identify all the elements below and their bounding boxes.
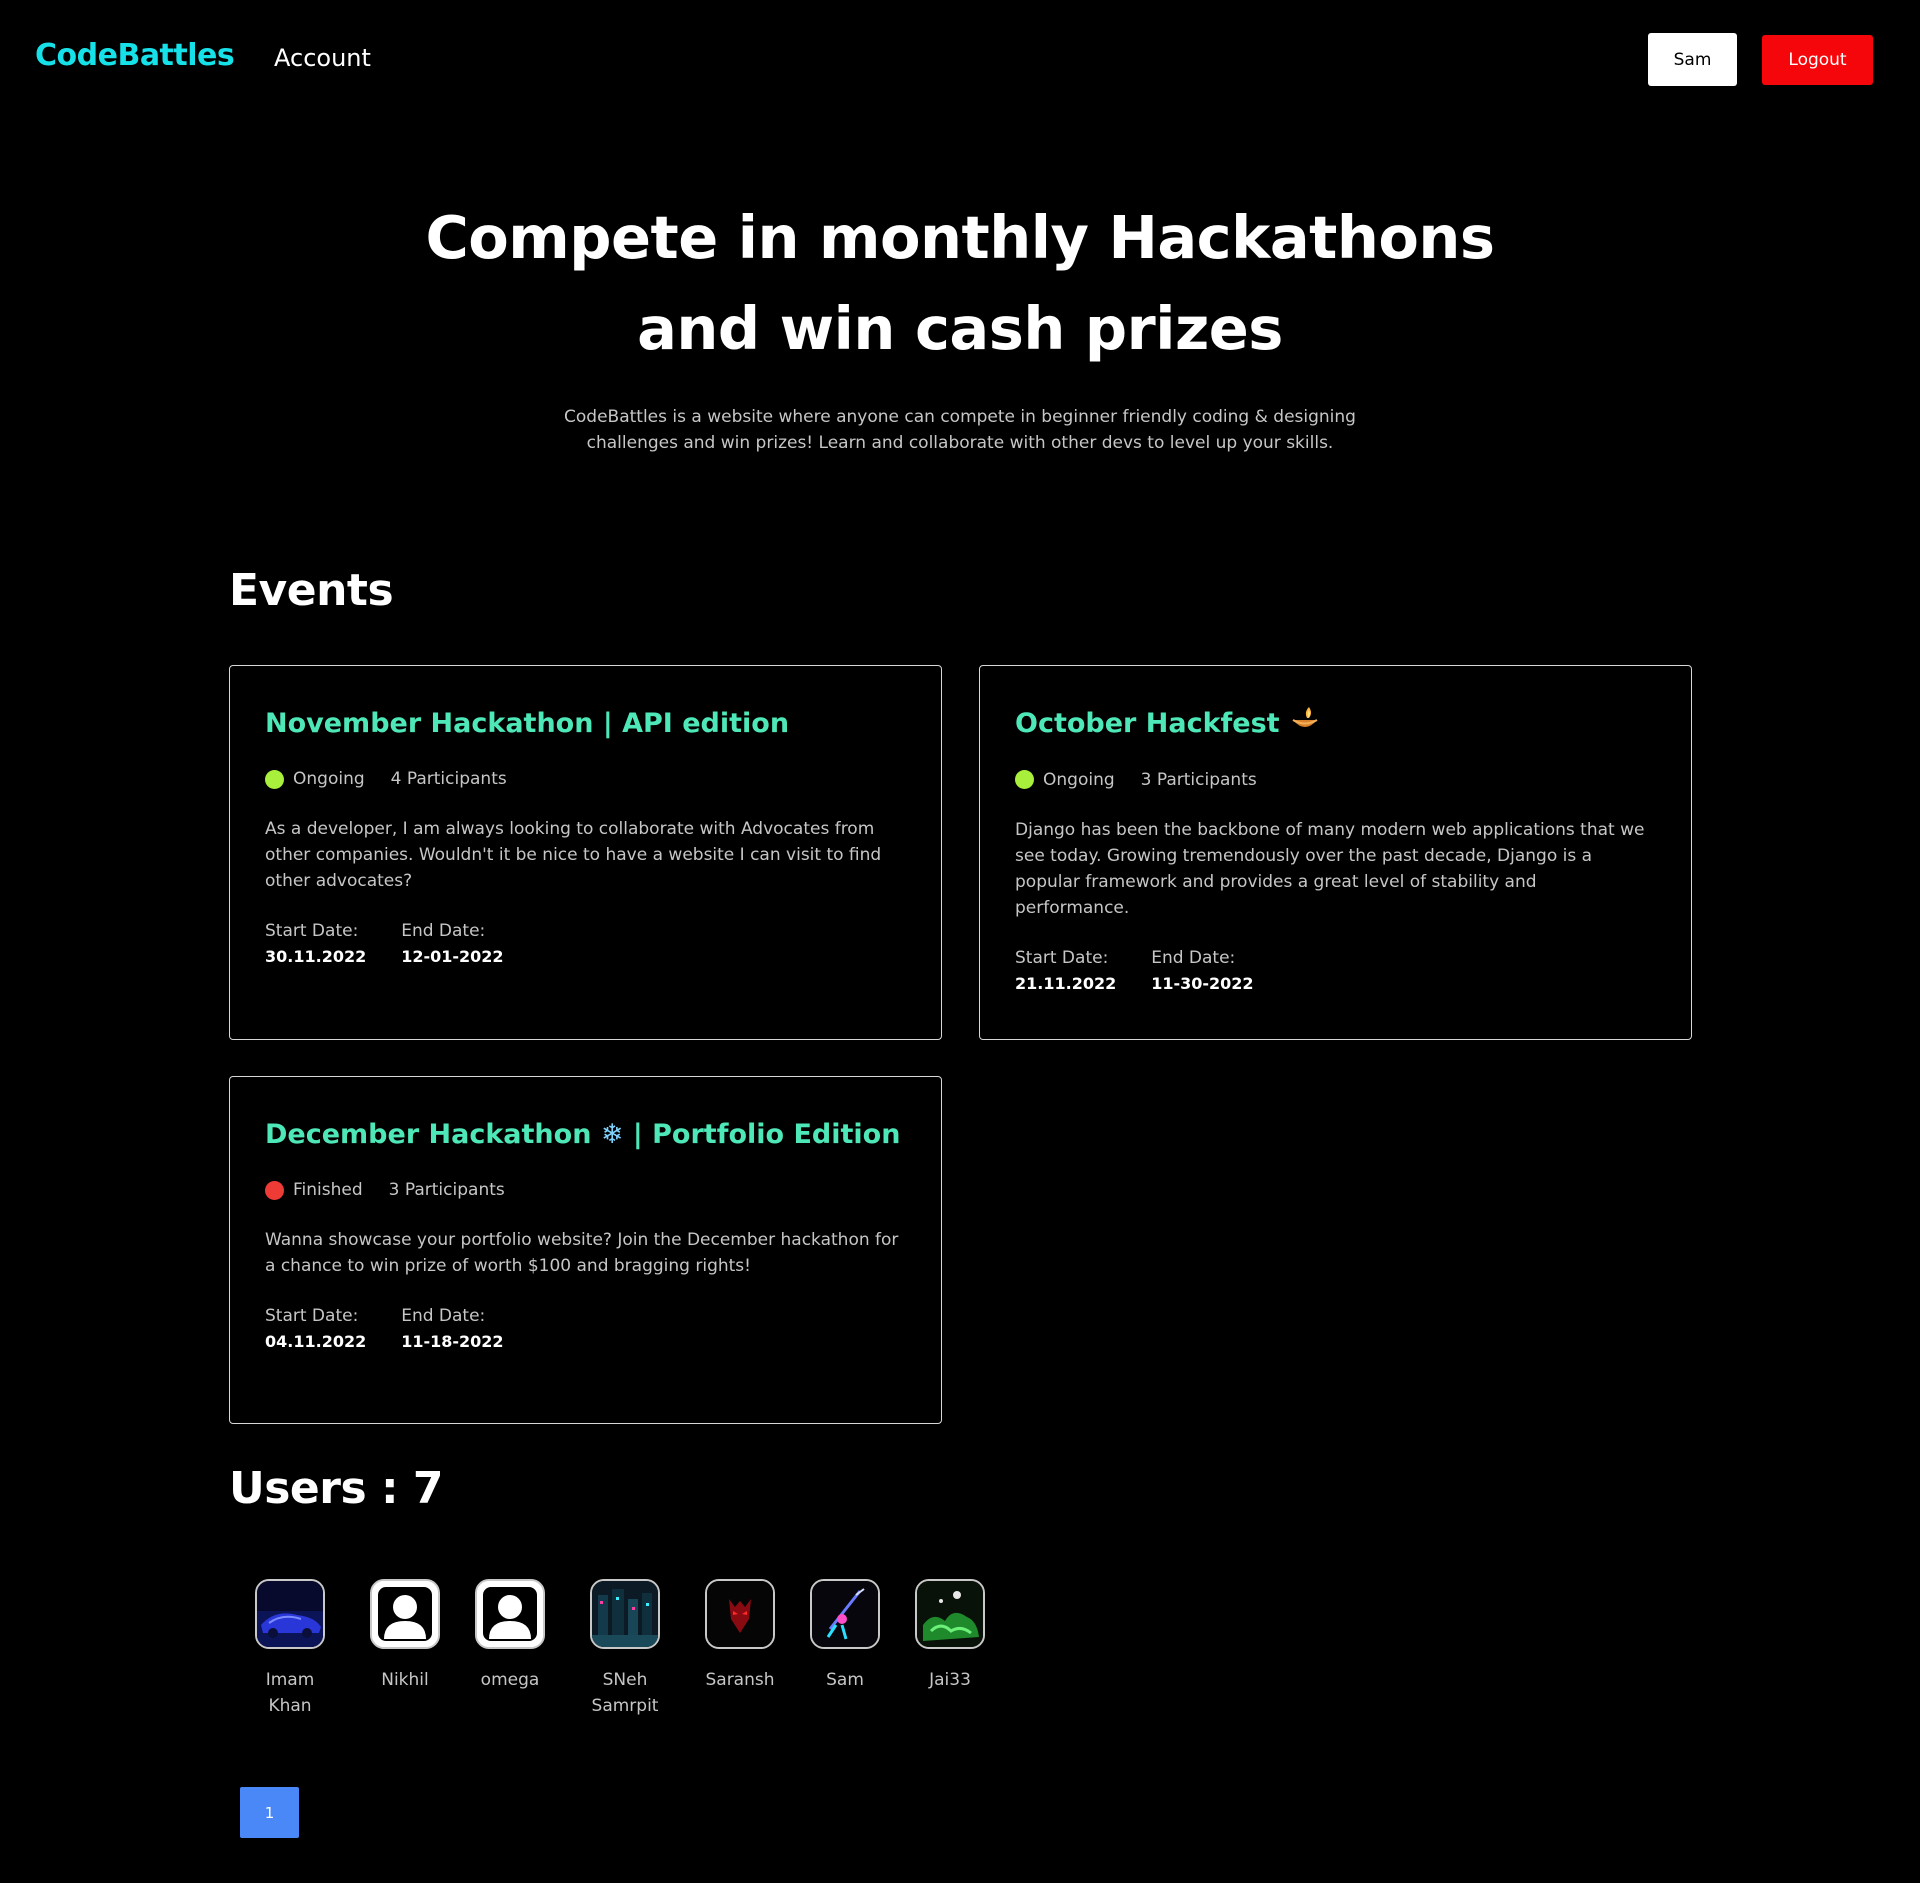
hero-title: Compete in monthly Hackathons and win ca… (0, 192, 1920, 374)
anime-sword-photo-icon (812, 1581, 878, 1647)
event-description: As a developer, I am always looking to c… (265, 819, 882, 891)
event-meta: Ongoing 4 Participants (265, 766, 906, 792)
user-name-line1: Saransh (705, 1670, 775, 1690)
user-name-line1: SNeh (602, 1670, 648, 1690)
red-mask-photo-icon (707, 1581, 773, 1647)
event-dates: Start Date: 04.11.2022 End Date: 11-18-2… (265, 1303, 906, 1355)
user-card[interactable]: Saransh (700, 1579, 780, 1693)
user-name-line1: omega (480, 1670, 540, 1690)
user-avatar[interactable] (810, 1579, 880, 1649)
green-splash-photo-icon (917, 1581, 983, 1647)
blue-car-photo-icon (257, 1581, 323, 1647)
navbar: CodeBattles Account Sam Logout (0, 0, 1920, 120)
event-card-december[interactable]: December Hackathon ❄ | Portfolio Edition… (229, 1076, 942, 1424)
event-dates: Start Date: 21.11.2022 End Date: 11-30-2… (1015, 945, 1656, 997)
user-name-line2: Khan (268, 1696, 312, 1716)
event-title-row[interactable]: October Hackfest (1015, 704, 1656, 745)
user-card[interactable]: omega (470, 1579, 550, 1693)
brand-logo-link[interactable]: CodeBattles (35, 38, 235, 73)
end-date-value: 11-30-2022 (1151, 973, 1254, 993)
event-title[interactable]: October Hackfest (1015, 708, 1280, 739)
end-date-block: End Date: 11-30-2022 (1151, 945, 1253, 997)
hero-title-line2: and win cash prizes (637, 294, 1283, 363)
event-description: Wanna showcase your portfolio website? J… (265, 1230, 899, 1276)
user-name-line1: Imam (265, 1670, 315, 1690)
event-participants: 3 Participants (388, 1180, 505, 1200)
events-heading: Events (229, 565, 394, 616)
event-dates: Start Date: 30.11.2022 End Date: 12-01-2… (265, 918, 906, 970)
event-title-part1[interactable]: December Hackathon (265, 1119, 591, 1150)
event-participants: 4 Participants (390, 769, 507, 789)
event-status: Finished (293, 1180, 363, 1200)
event-title-row[interactable]: December Hackathon ❄ | Portfolio Edition (265, 1115, 906, 1155)
event-title-part2[interactable]: | Portfolio Edition (633, 1119, 901, 1150)
user-name-line2: Samrpit (591, 1696, 659, 1716)
cyberpunk-city-photo-icon (592, 1581, 658, 1647)
users-heading: Users : 7 (229, 1463, 444, 1514)
default-person-icon (477, 1581, 543, 1647)
user-name-line1: Sam (826, 1670, 864, 1690)
end-date-label: End Date: (1151, 947, 1236, 968)
user-avatar[interactable] (475, 1579, 545, 1649)
logout-button[interactable]: Logout (1762, 35, 1873, 85)
user-avatar[interactable] (590, 1579, 660, 1649)
start-date-label: Start Date: (265, 921, 359, 941)
end-date-value: 11-18-2022 (401, 1332, 504, 1351)
end-date-label: End Date: (401, 1306, 486, 1326)
user-avatar[interactable] (915, 1579, 985, 1649)
event-meta: Ongoing 3 Participants (1015, 767, 1656, 793)
user-card[interactable]: Imam Khan (250, 1579, 330, 1719)
user-card[interactable]: Sam (805, 1579, 885, 1693)
event-status: Ongoing (293, 769, 365, 789)
user-name-line1: Jai33 (929, 1670, 971, 1690)
user-profile-button[interactable]: Sam (1648, 33, 1737, 86)
user-avatar[interactable] (255, 1579, 325, 1649)
end-date-label: End Date: (401, 921, 486, 941)
nav-account-link[interactable]: Account (274, 44, 371, 72)
user-avatar[interactable] (370, 1579, 440, 1649)
hero-title-line1: Compete in monthly Hackathons (425, 203, 1495, 272)
event-status: Ongoing (1043, 769, 1115, 790)
start-date-value: 30.11.2022 (265, 947, 367, 966)
default-person-icon (372, 1581, 438, 1647)
start-date-block: Start Date: 21.11.2022 (1015, 945, 1116, 997)
event-card-november[interactable]: November Hackathon | API edition Ongoing… (229, 665, 942, 1040)
start-date-label: Start Date: (1015, 947, 1109, 968)
status-dot-icon (1015, 770, 1034, 789)
start-date-block: Start Date: 04.11.2022 (265, 1303, 366, 1355)
start-date-value: 21.11.2022 (1015, 973, 1117, 993)
pagination-page-button[interactable]: 1 (240, 1787, 299, 1838)
user-card[interactable]: SNeh Samrpit (580, 1579, 670, 1719)
user-card[interactable]: Jai33 (910, 1579, 990, 1693)
user-avatar[interactable] (705, 1579, 775, 1649)
end-date-value: 12-01-2022 (401, 947, 504, 966)
event-description: Django has been the backbone of many mod… (1015, 819, 1645, 918)
start-date-block: Start Date: 30.11.2022 (265, 918, 366, 970)
event-meta: Finished 3 Participants (265, 1177, 906, 1203)
end-date-block: End Date: 11-18-2022 (401, 1303, 503, 1355)
event-card-october[interactable]: October Hackfest Ongoing 3 Participants … (979, 665, 1692, 1040)
event-participants: 3 Participants (1140, 769, 1257, 790)
user-name-line1: Nikhil (381, 1670, 429, 1690)
start-date-value: 04.11.2022 (265, 1332, 367, 1351)
status-dot-icon (265, 769, 284, 789)
start-date-label: Start Date: (265, 1306, 359, 1326)
end-date-block: End Date: 12-01-2022 (401, 918, 503, 970)
status-dot-icon (265, 1180, 284, 1200)
event-title[interactable]: November Hackathon | API edition (265, 704, 906, 744)
oil-lamp-icon (1290, 705, 1320, 745)
user-card[interactable]: Nikhil (365, 1579, 445, 1693)
hero-subtitle: CodeBattles is a website where anyone ca… (564, 407, 1356, 453)
snowflake-icon: ❄ (600, 1119, 624, 1150)
